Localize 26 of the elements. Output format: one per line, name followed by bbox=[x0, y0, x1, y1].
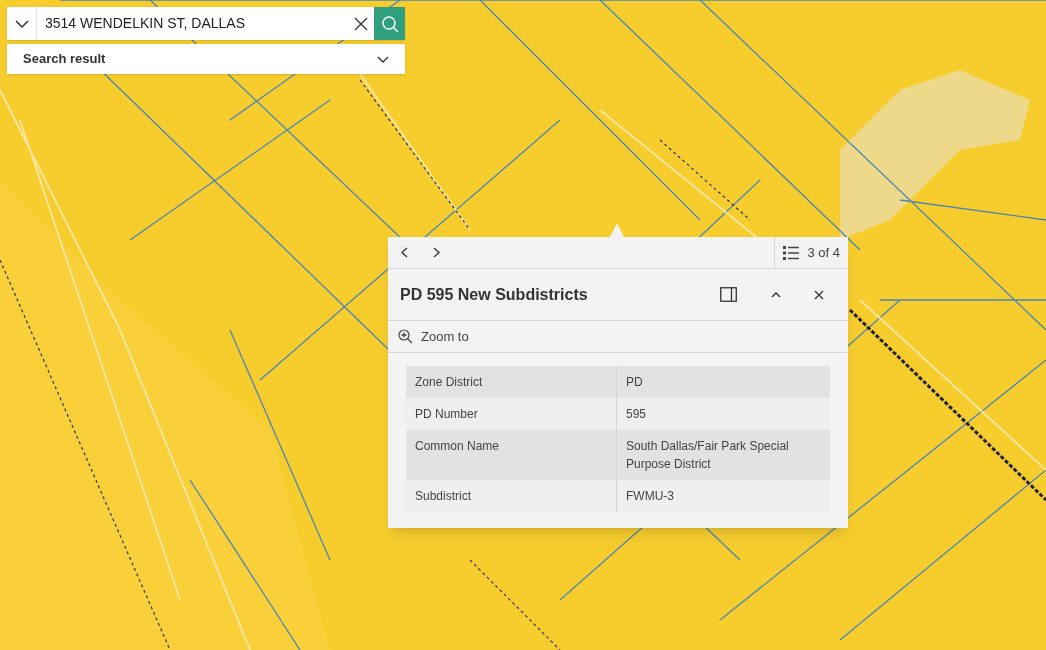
zoom-in-icon bbox=[398, 329, 413, 344]
search-result-panel[interactable]: Search result bbox=[7, 44, 405, 74]
feature-list-button[interactable]: 3 of 4 bbox=[774, 237, 848, 268]
field-label: Common Name bbox=[415, 439, 500, 453]
list-icon bbox=[783, 245, 800, 260]
close-icon bbox=[814, 289, 824, 300]
dock-icon bbox=[719, 287, 737, 302]
field-label: Zone District bbox=[415, 375, 483, 389]
field-value: FWMU-3 bbox=[626, 489, 674, 503]
search-result-label: Search result bbox=[23, 50, 106, 69]
field-value: PD bbox=[626, 375, 643, 389]
zoom-to-button[interactable]: Zoom to bbox=[388, 321, 848, 353]
caret-icon bbox=[14, 19, 29, 28]
field-value: 595 bbox=[626, 407, 647, 421]
popup-title: PD 595 New Subdistricts bbox=[400, 284, 589, 305]
search-icon bbox=[380, 14, 399, 33]
field-value: South Dallas/Fair Park Special Purpose District bbox=[626, 439, 789, 471]
chevron-up-icon bbox=[771, 291, 781, 298]
chevron-left-icon bbox=[400, 247, 408, 258]
search-field[interactable]: 3514 WENDELKIN ST, DALLAS bbox=[37, 7, 374, 40]
field-label: Subdistrict bbox=[415, 489, 472, 503]
close-icon[interactable] bbox=[354, 16, 368, 31]
chevron-down-icon bbox=[377, 55, 389, 63]
search-button[interactable] bbox=[374, 7, 405, 40]
field-label: PD Number bbox=[415, 407, 478, 421]
chevron-right-icon bbox=[432, 247, 440, 258]
